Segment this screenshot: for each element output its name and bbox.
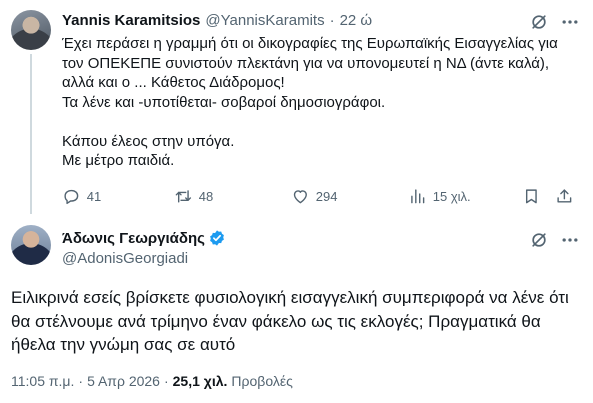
views-button[interactable]: 15 χιλ. <box>408 185 471 207</box>
reply-count: 41 <box>86 188 102 204</box>
parent-tweet-text: Έχει περάσει η γραμμή ότι οι δικογραφίες… <box>62 34 572 171</box>
parent-tweet[interactable]: Yannis Karamitsios @YannisKaramits · 22 … <box>0 0 593 215</box>
parent-author-name[interactable]: Yannis Karamitsios <box>62 12 200 29</box>
more-icon[interactable] <box>559 11 581 33</box>
thread-connector-line <box>30 54 32 214</box>
main-tweet-views-count: 25,1 χιλ. <box>172 373 228 389</box>
parent-tweet-time[interactable]: 22 ώ <box>340 12 373 29</box>
like-button[interactable]: 294 <box>291 185 337 207</box>
tweet-text-line: Έχει περάσει η γραμμή ότι οι δικογραφίες… <box>62 35 562 91</box>
tweet-text-blank-line <box>62 112 572 132</box>
main-tweet-views-label: Προβολές <box>231 373 293 389</box>
like-icon <box>293 189 307 203</box>
repost-count: 48 <box>198 188 214 204</box>
main-author-name-row: Άδωνις Γεωργιάδης <box>62 229 226 247</box>
tweet-text-line: Κάπου έλεος στην υπόγα. <box>62 132 235 150</box>
grok-icon[interactable] <box>528 11 550 33</box>
reply-button[interactable]: 41 <box>62 185 101 207</box>
views-icon <box>411 189 425 203</box>
bookmark-button[interactable] <box>522 185 541 207</box>
tweet-text-line: Τα λένε και -υποτίθεται- σοβαροί δημοσιο… <box>62 93 386 111</box>
main-tweet-date[interactable]: 5 Απρ 2026 <box>87 373 160 389</box>
meta-separator: · <box>163 373 169 389</box>
like-count: 294 <box>315 188 338 204</box>
repost-icon <box>175 189 192 203</box>
parent-tweet-actions: 41 48 294 15 χιλ. <box>62 185 582 207</box>
main-tweet-text: Ειλικρινά εσείς βρίσκετε φυσιολογική εισ… <box>11 288 569 354</box>
grok-icon[interactable] <box>528 229 550 251</box>
header-separator: · <box>329 11 335 29</box>
main-tweet-meta: 11:05 π.μ. · 5 Απρ 2026 · 25,1 χιλ. Προβ… <box>11 373 293 389</box>
main-author-avatar[interactable] <box>11 225 51 265</box>
main-tweet: Άδωνις Γεωργιάδης @AdonisGeorgiadi Ειλικ… <box>0 215 593 403</box>
reply-icon <box>64 189 79 204</box>
meta-separator: · <box>78 373 84 389</box>
share-button[interactable] <box>555 185 574 207</box>
share-icon <box>557 189 572 203</box>
parent-author-handle[interactable]: @YannisKaramits <box>205 12 324 29</box>
bookmark-icon <box>525 189 537 203</box>
verified-badge-icon <box>210 230 224 246</box>
views-count: 15 χιλ. <box>432 188 471 204</box>
tweet-text-line: Με μέτρο παιδιά. <box>62 152 175 169</box>
more-icon[interactable] <box>559 229 581 251</box>
main-author-handle[interactable]: @AdonisGeorgiadi <box>62 250 188 267</box>
parent-author-avatar[interactable] <box>11 10 51 50</box>
main-author-name[interactable]: Άδωνις Γεωργιάδης <box>62 230 205 247</box>
repost-button[interactable]: 48 <box>174 185 213 207</box>
main-tweet-time[interactable]: 11:05 π.μ. <box>11 373 74 389</box>
parent-tweet-header: Yannis Karamitsios @YannisKaramits · 22 … <box>62 10 372 30</box>
